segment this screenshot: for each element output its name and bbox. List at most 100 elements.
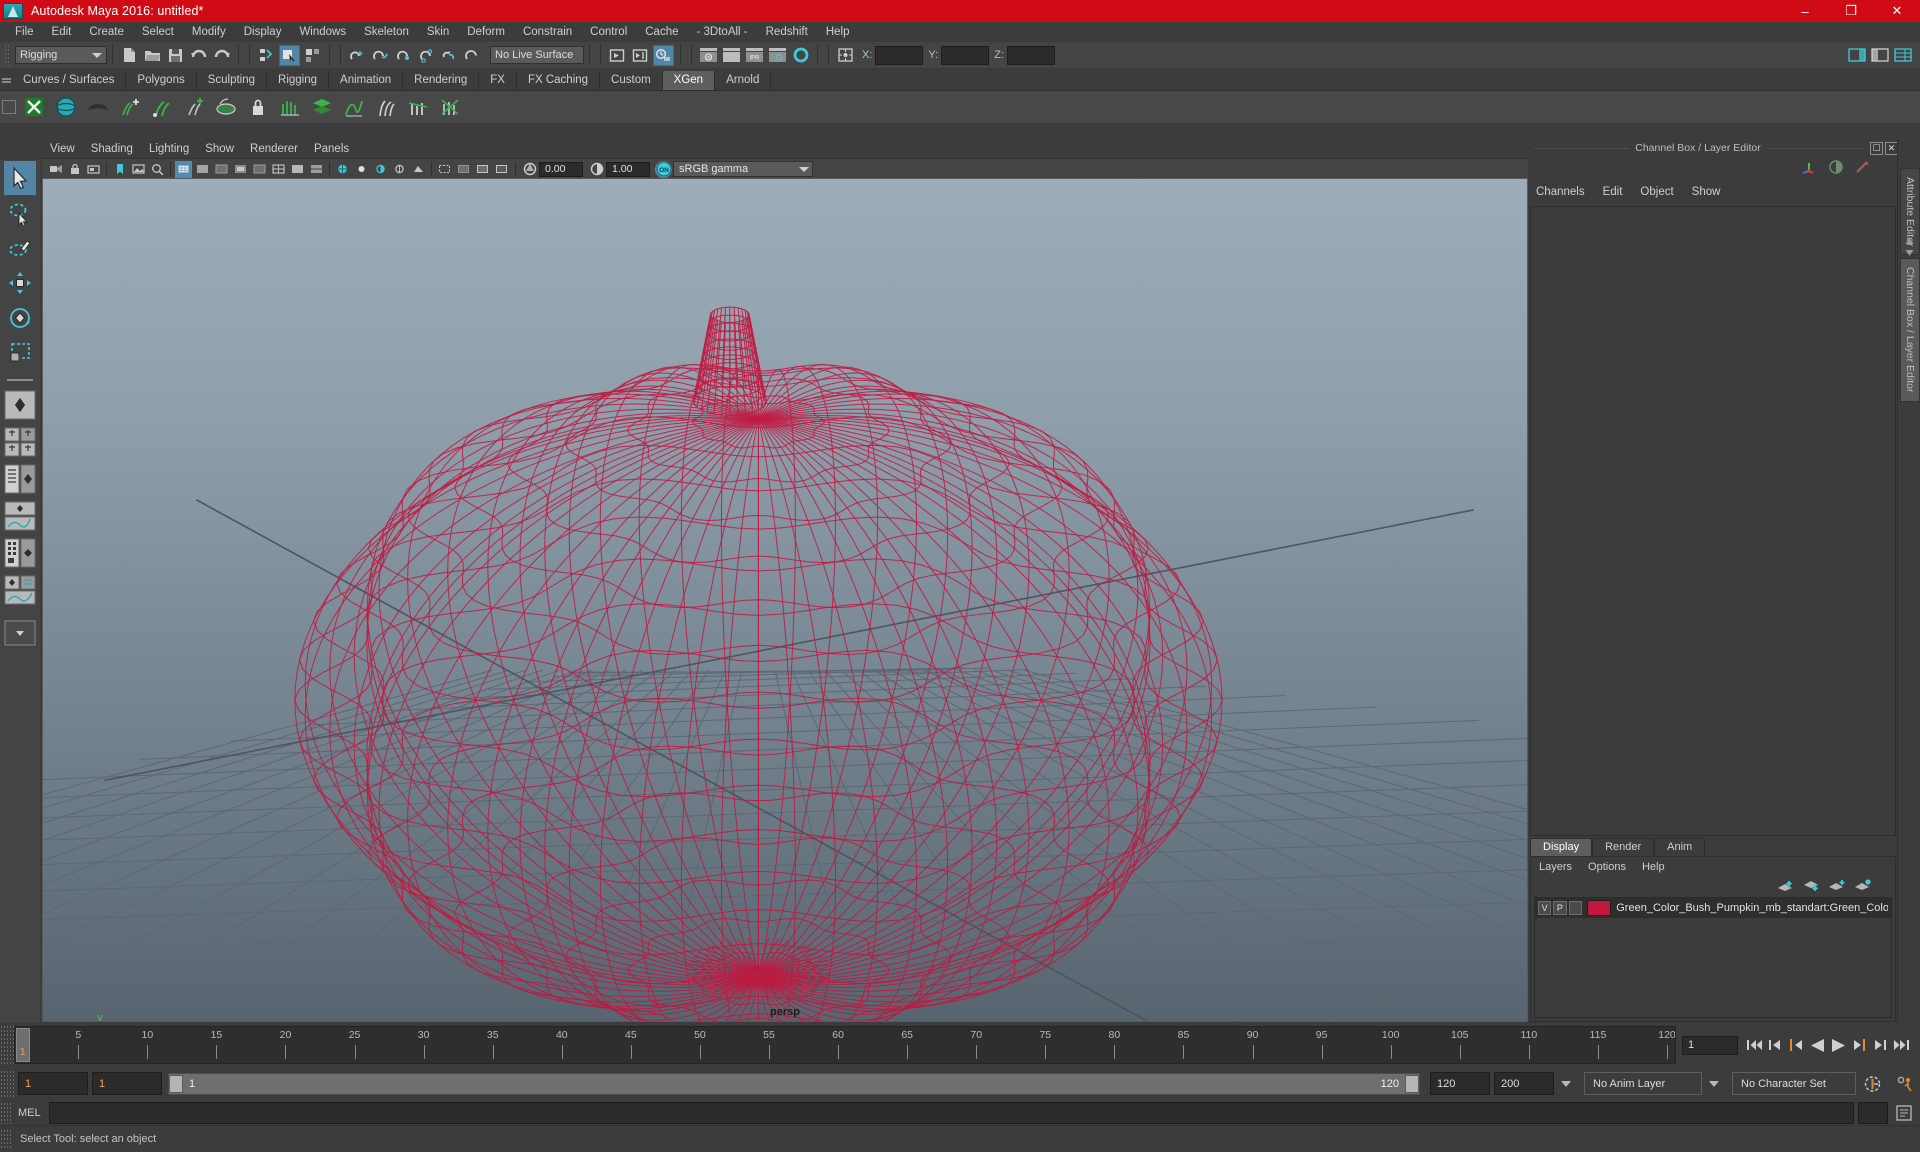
render-settings-window-icon[interactable]	[767, 45, 788, 66]
anim-layer-dropdown-icon[interactable]	[1561, 1080, 1571, 1087]
x-input[interactable]	[875, 45, 924, 65]
render-view-icon[interactable]	[698, 45, 719, 66]
snap-to-curve-icon[interactable]	[370, 45, 391, 66]
snap-to-view-plane-icon[interactable]	[439, 45, 460, 66]
smooth-shade-icon[interactable]	[289, 161, 306, 178]
command-line-grip[interactable]	[0, 1102, 12, 1124]
film-gate-icon[interactable]	[194, 161, 211, 178]
shaded-wireframe-icon[interactable]	[308, 161, 325, 178]
character-set-dropdown-icon[interactable]	[1709, 1080, 1719, 1087]
range-start-handle[interactable]	[169, 1074, 183, 1093]
hypershade-icon[interactable]	[790, 45, 811, 66]
menu-edit[interactable]: Edit	[43, 24, 81, 40]
camera-attributes-icon[interactable]	[85, 161, 102, 178]
menu-file[interactable]: File	[6, 24, 43, 40]
animation-start-field[interactable]: 1	[18, 1072, 88, 1095]
channel-box-icon[interactable]	[1800, 159, 1818, 180]
shelf-tab-curves-surfaces[interactable]: Curves / Surfaces	[12, 71, 127, 90]
xgen-sphere-icon[interactable]	[51, 92, 81, 122]
layer-tab-anim[interactable]: Anim	[1654, 838, 1706, 856]
xgen-layer-icon[interactable]	[307, 92, 337, 122]
open-scene-icon[interactable]	[142, 45, 163, 66]
layer-list[interactable]: V P Green_Color_Bush_Pumpkin_mb_standart…	[1534, 897, 1892, 1018]
menu-help[interactable]: Help	[817, 24, 859, 40]
menu-skeleton[interactable]: Skeleton	[355, 24, 418, 40]
input-output-connections-icon[interactable]	[835, 45, 856, 66]
step-forward-frame-icon[interactable]	[1849, 1034, 1870, 1056]
layer-row[interactable]: V P Green_Color_Bush_Pumpkin_mb_standart…	[1535, 898, 1891, 918]
menu-deform[interactable]: Deform	[458, 24, 514, 40]
tool-paint-select[interactable]	[4, 231, 36, 265]
menu-3dtoall[interactable]: - 3DtoAll -	[688, 24, 757, 40]
motion-blur-icon[interactable]	[410, 161, 427, 178]
isolate-select-icon[interactable]	[436, 161, 453, 178]
maximize-button[interactable]: ❐	[1828, 0, 1874, 22]
layer-reference-toggle[interactable]	[1568, 901, 1582, 915]
layout-single-perspective[interactable]	[4, 390, 36, 425]
render-settings-icon[interactable]	[653, 44, 674, 66]
play-forwards-icon[interactable]	[1828, 1034, 1849, 1056]
move-layer-down-icon[interactable]	[1801, 878, 1821, 894]
range-end-handle[interactable]	[1405, 1074, 1419, 1093]
color-management-selector[interactable]: sRGB gamma	[673, 161, 813, 177]
xray-icon[interactable]	[455, 161, 472, 178]
step-back-key-icon[interactable]	[1765, 1034, 1786, 1056]
xgen-comb-icon[interactable]	[275, 92, 305, 122]
layout-more-dropdown[interactable]	[4, 620, 36, 651]
bookmarks-icon[interactable]	[111, 161, 128, 178]
close-button[interactable]: ✕	[1874, 0, 1920, 22]
menu-windows[interactable]: Windows	[290, 24, 355, 40]
xgen-delete-icon[interactable]	[435, 92, 465, 122]
menu-skin[interactable]: Skin	[418, 24, 458, 40]
character-set-selector[interactable]: No Character Set	[1732, 1072, 1856, 1095]
new-layer-from-selected-icon[interactable]	[1853, 878, 1873, 894]
animation-preferences-icon[interactable]	[1893, 1073, 1915, 1095]
layout-persp-graph[interactable]	[4, 501, 36, 536]
menu-modify[interactable]: Modify	[183, 24, 235, 40]
viewport-menu-show[interactable]: Show	[205, 143, 234, 155]
range-start-field[interactable]: 1	[92, 1072, 162, 1095]
layer-menu-help[interactable]: Help	[1642, 861, 1665, 873]
shelf-tab-fx[interactable]: FX	[479, 71, 517, 90]
shelf-tab-rendering[interactable]: Rendering	[403, 71, 480, 90]
shelf-grip[interactable]	[0, 68, 12, 90]
two-d-pan-zoom-icon[interactable]	[149, 161, 166, 178]
screen-space-ambient-occlusion-icon[interactable]	[391, 161, 408, 178]
go-to-end-icon[interactable]	[1891, 1034, 1912, 1056]
resolution-gate-icon[interactable]	[213, 161, 230, 178]
xgen-noise-icon[interactable]	[339, 92, 369, 122]
xgen-region-icon[interactable]	[211, 92, 241, 122]
make-live-icon[interactable]	[462, 45, 483, 66]
shelf-tab-animation[interactable]: Animation	[329, 71, 404, 90]
channel-menu-object[interactable]: Object	[1640, 186, 1673, 198]
range-slider-grip[interactable]	[0, 1069, 14, 1098]
shadows-icon[interactable]	[372, 161, 389, 178]
ipr-render-icon[interactable]	[721, 45, 742, 66]
shelf-tab-sculpting[interactable]: Sculpting	[196, 71, 268, 90]
redo-render-icon[interactable]	[630, 45, 651, 66]
xgen-dome-icon[interactable]	[83, 92, 113, 122]
command-language-label[interactable]: MEL	[18, 1107, 41, 1119]
shelf-tab-xgen[interactable]: XGen	[662, 71, 716, 90]
color-management-icon[interactable]: ON	[655, 160, 672, 178]
time-slider-track[interactable]: 1 5 10 15 20 25 30 35 40 45 50 55 60 65 70 75 80 85 90 95 1…	[14, 1026, 1676, 1064]
layer-menu-layers[interactable]: Layers	[1539, 861, 1572, 873]
viewport-menu-view[interactable]: View	[50, 143, 75, 155]
menu-constrain[interactable]: Constrain	[514, 24, 581, 40]
xgen-create-description-icon[interactable]	[19, 92, 49, 122]
animation-end-field[interactable]: 200	[1494, 1072, 1554, 1095]
vertical-tab-channel-box[interactable]: Channel Box / Layer Editor	[1900, 258, 1920, 402]
layer-menu-options[interactable]: Options	[1588, 861, 1626, 873]
xgen-cut-icon[interactable]	[403, 92, 433, 122]
select-by-object-icon[interactable]	[279, 44, 300, 66]
menu-redshift[interactable]: Redshift	[757, 24, 817, 40]
menu-control[interactable]: Control	[581, 24, 636, 40]
sidebar-attribute-editor-icon[interactable]	[1846, 45, 1867, 66]
tool-rotate[interactable]	[4, 301, 36, 335]
viewport-menu-renderer[interactable]: Renderer	[250, 143, 298, 155]
select-by-hierarchy-icon[interactable]	[256, 45, 277, 66]
script-editor-icon[interactable]	[1893, 1102, 1915, 1124]
channel-menu-channels[interactable]: Channels	[1536, 186, 1585, 198]
select-by-component-icon[interactable]	[302, 45, 323, 66]
layer-tab-display[interactable]: Display	[1530, 838, 1593, 856]
